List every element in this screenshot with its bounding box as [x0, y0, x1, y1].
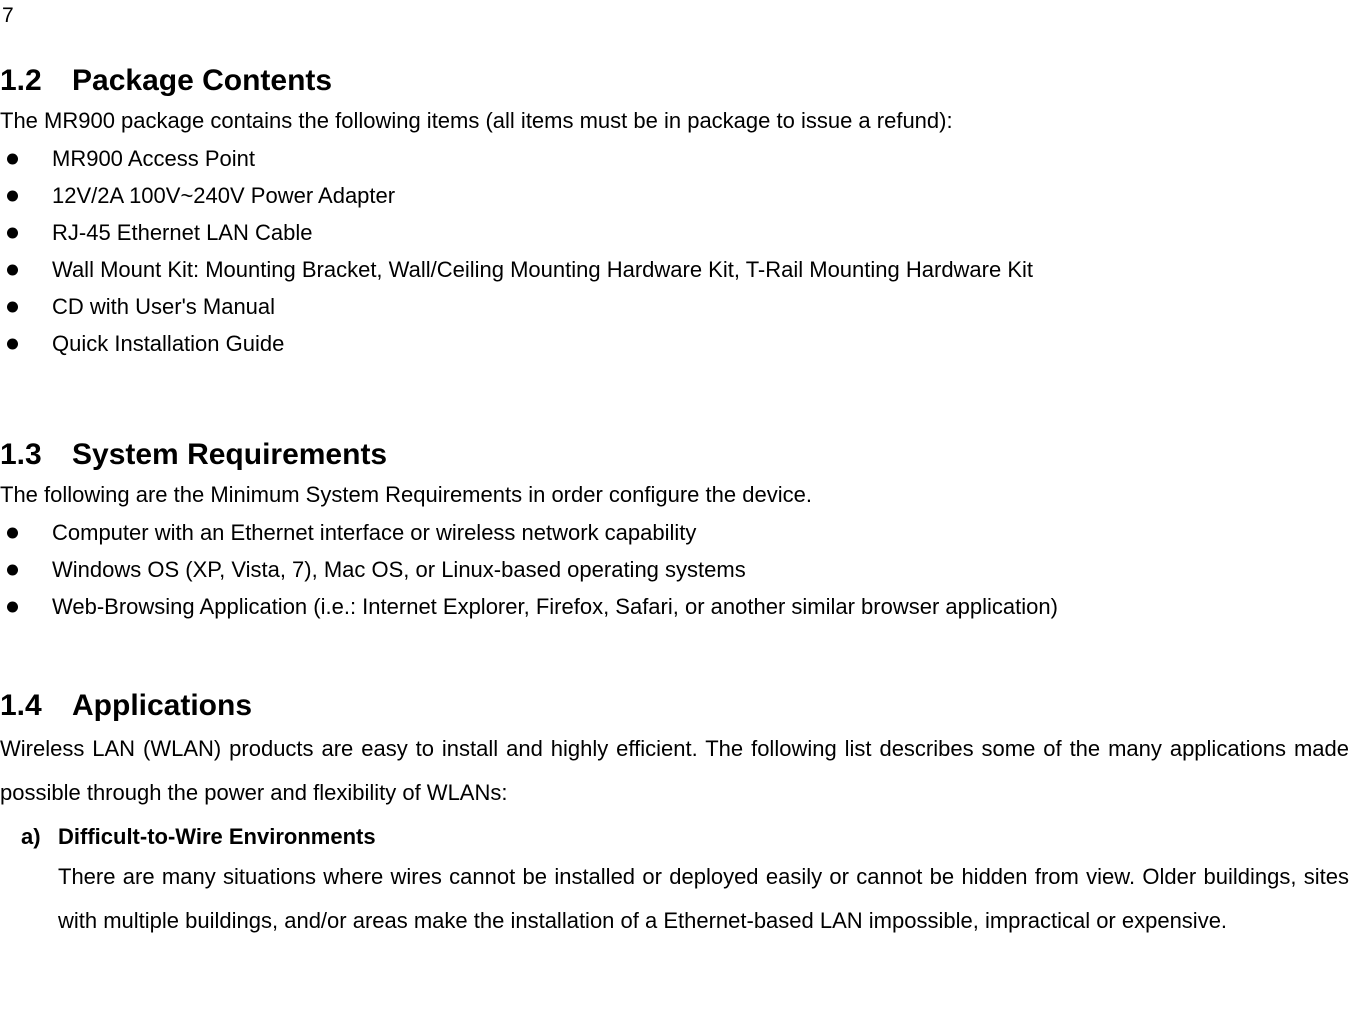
- bullet-icon: [7, 153, 18, 164]
- section-package-contents: 1.2 Package Contents The MR900 package co…: [0, 62, 1349, 362]
- list-item: Windows OS (XP, Vista, 7), Mac OS, or Li…: [0, 551, 1349, 588]
- list-item-label: Web-Browsing Application (i.e.: Internet…: [52, 594, 1058, 619]
- bullet-icon: [7, 527, 18, 538]
- list-marker-a: a): [21, 824, 41, 849]
- list-item: Wall Mount Kit: Mounting Bracket, Wall/C…: [0, 251, 1349, 288]
- list-item-label: MR900 Access Point: [52, 146, 255, 171]
- applications-item-a: a) Difficult-to-Wire Environments There …: [0, 819, 1349, 943]
- section-number-1-4: 1.4: [0, 689, 42, 722]
- section-heading-1-3: 1.3 System Requirements: [0, 436, 1349, 474]
- document-page: 7 1.2 Package Contents The MR900 package …: [0, 0, 1349, 1029]
- page-number: 7: [2, 4, 14, 27]
- bullet-icon: [7, 264, 18, 275]
- page-content: 7 1.2 Package Contents The MR900 package …: [0, 0, 1349, 943]
- section-title-1-3: System Requirements: [72, 438, 388, 471]
- list-item: CD with User's Manual: [0, 288, 1349, 325]
- bullet-icon: [7, 227, 18, 238]
- system-requirements-list: Computer with an Ethernet interface or w…: [0, 514, 1349, 625]
- list-item: MR900 Access Point: [0, 140, 1349, 177]
- list-item-label: Computer with an Ethernet interface or w…: [52, 520, 697, 545]
- bullet-icon: [7, 301, 18, 312]
- list-item-label: CD with User's Manual: [52, 294, 276, 319]
- section-lead-1-3: The following are the Minimum System Req…: [0, 482, 812, 507]
- section-heading-1-2: 1.2 Package Contents: [0, 62, 1349, 100]
- list-item-label: 12V/2A 100V~240V Power Adapter: [52, 183, 396, 208]
- list-item: Computer with an Ethernet interface or w…: [0, 514, 1349, 551]
- bullet-icon: [7, 601, 18, 612]
- section-number-1-2: 1.2: [0, 64, 42, 97]
- list-item-label: RJ-45 Ethernet LAN Cable: [52, 220, 313, 245]
- bullet-icon: [7, 564, 18, 575]
- list-item-label: Quick Installation Guide: [52, 331, 285, 356]
- section-title-1-4: Applications: [72, 689, 253, 722]
- section-heading-1-4: 1.4 Applications: [0, 687, 1349, 725]
- bullet-icon: [7, 190, 18, 201]
- section-applications: 1.4 Applications Wireless LAN (WLAN) prod…: [0, 687, 1349, 943]
- applications-item-a-body: There are many situations where wires ca…: [58, 864, 1349, 933]
- applications-item-a-title: Difficult-to-Wire Environments: [58, 824, 376, 849]
- list-item: RJ-45 Ethernet LAN Cable: [0, 214, 1349, 251]
- list-item-label: Wall Mount Kit: Mounting Bracket, Wall/C…: [52, 257, 1034, 282]
- applications-paragraph: Wireless LAN (WLAN) products are easy to…: [0, 736, 1349, 805]
- list-item: Quick Installation Guide: [0, 325, 1349, 362]
- list-item: Web-Browsing Application (i.e.: Internet…: [0, 588, 1349, 625]
- bullet-icon: [7, 338, 18, 349]
- package-contents-list: MR900 Access Point 12V/2A 100V~240V Powe…: [0, 140, 1349, 362]
- section-number-1-3: 1.3: [0, 438, 42, 471]
- section-system-requirements: 1.3 System Requirements The following are…: [0, 436, 1349, 625]
- section-lead-1-2: The MR900 package contains the following…: [0, 108, 953, 133]
- list-item: 12V/2A 100V~240V Power Adapter: [0, 177, 1349, 214]
- list-item-label: Windows OS (XP, Vista, 7), Mac OS, or Li…: [52, 557, 746, 582]
- section-title-1-2: Package Contents: [72, 64, 333, 97]
